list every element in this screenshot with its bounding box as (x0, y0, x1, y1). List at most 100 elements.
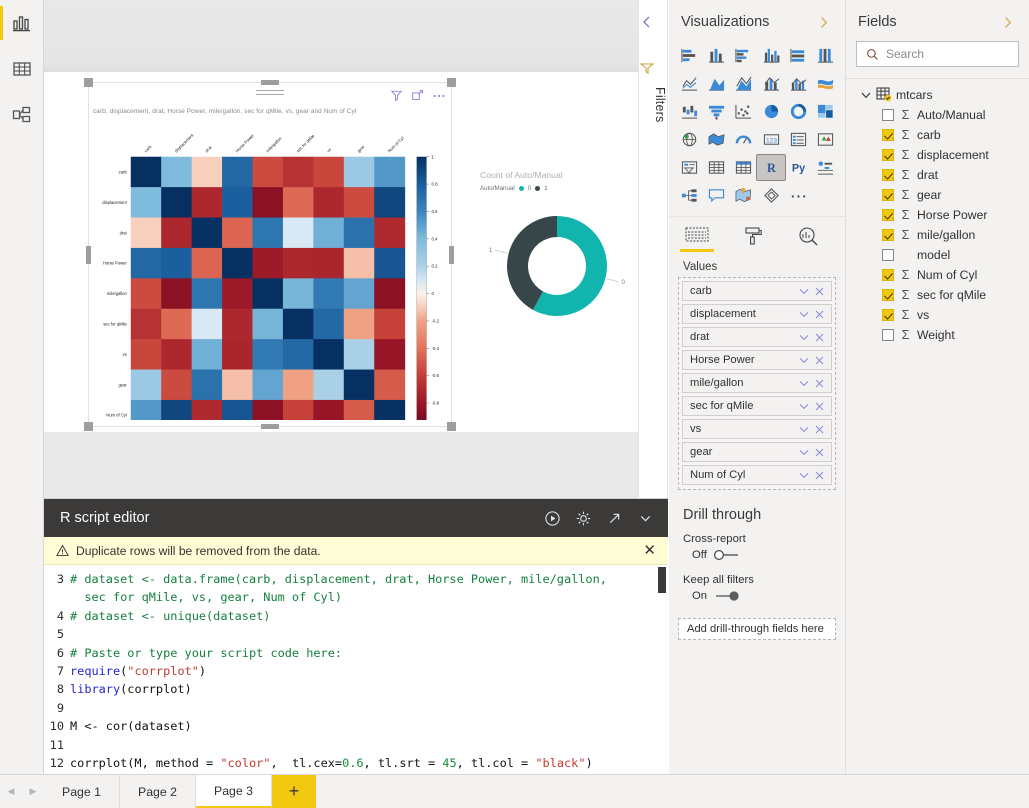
values-well-row[interactable]: drat (682, 327, 832, 347)
viz-type-key-influencers[interactable] (812, 155, 839, 180)
field-item[interactable]: Σmodel (846, 245, 1029, 265)
viz-type-gauge[interactable] (730, 127, 757, 152)
field-item[interactable]: Σdrat (846, 165, 1029, 185)
values-well-row[interactable]: displacement (682, 304, 832, 324)
chevron-down-icon[interactable] (796, 446, 812, 458)
viz-type-pie-chart[interactable] (757, 99, 784, 124)
remove-field-icon[interactable] (812, 355, 827, 366)
values-well-row[interactable]: vs (682, 419, 832, 439)
filter-icon[interactable] (390, 89, 403, 102)
donut-chart-visual[interactable]: Count of Auto/Manual Auto/Manual 0 1 01 (469, 170, 659, 355)
focus-mode-icon[interactable] (411, 89, 424, 102)
resize-handle-top-left[interactable] (84, 78, 93, 87)
field-item[interactable]: Σmile/gallon (846, 225, 1029, 245)
remove-field-icon[interactable] (812, 470, 827, 481)
chevron-down-icon[interactable] (796, 469, 812, 481)
field-checkbox[interactable] (882, 309, 894, 321)
field-item[interactable]: Σsec for qMile (846, 285, 1029, 305)
visualization-type-grid[interactable]: 123 R Py (669, 41, 845, 212)
values-well-row[interactable]: carb (682, 281, 832, 301)
field-checkbox[interactable] (882, 129, 894, 141)
drill-through-drop-zone[interactable]: Add drill-through fields here (678, 618, 836, 640)
viz-type-matrix[interactable] (730, 155, 757, 180)
viz-type-decomposition-tree[interactable] (676, 183, 703, 208)
tab-format[interactable] (725, 226, 781, 256)
drag-grip-icon[interactable] (256, 90, 284, 98)
viz-type-treemap[interactable] (812, 99, 839, 124)
viz-type-clustered-bar-chart[interactable] (730, 43, 757, 68)
field-checkbox[interactable] (882, 189, 894, 201)
keep-all-filters-toggle[interactable]: On (669, 589, 845, 615)
add-page-button[interactable]: + (272, 775, 316, 808)
viz-type-100-stacked-column-chart[interactable] (812, 43, 839, 68)
viz-type-multi-row-card[interactable] (785, 127, 812, 152)
tab-fields[interactable] (669, 226, 725, 256)
run-script-icon[interactable] (544, 510, 561, 527)
field-item[interactable]: Σ Auto/Manual (846, 105, 1029, 125)
close-icon[interactable]: ✕ (643, 543, 656, 558)
viz-type-line-stacked-column-chart[interactable] (757, 71, 784, 96)
values-well-row[interactable]: sec for qMile (682, 396, 832, 416)
field-checkbox[interactable] (882, 149, 894, 161)
page-tab[interactable]: Page 3 (196, 775, 272, 808)
field-checkbox[interactable] (882, 209, 894, 221)
prev-page-icon[interactable]: ◀ (0, 775, 22, 808)
values-well-row[interactable]: Horse Power (682, 350, 832, 370)
field-checkbox[interactable] (882, 229, 894, 241)
viz-type-table[interactable] (703, 155, 730, 180)
remove-field-icon[interactable] (812, 309, 827, 320)
viz-type-donut-chart[interactable] (785, 99, 812, 124)
sidebar-item-data-view[interactable] (0, 46, 43, 92)
resize-handle-top[interactable] (261, 80, 279, 85)
remove-field-icon[interactable] (812, 401, 827, 412)
resize-handle-left[interactable] (86, 245, 91, 264)
chevron-down-icon[interactable] (796, 400, 812, 412)
field-item[interactable]: Σdisplacement (846, 145, 1029, 165)
field-checkbox[interactable] (882, 169, 894, 181)
viz-type-stacked-bar-chart[interactable] (676, 43, 703, 68)
resize-handle-bottom-left[interactable] (84, 422, 93, 431)
chevron-right-icon[interactable] (1000, 15, 1015, 30)
resize-handle-right[interactable] (449, 245, 454, 264)
field-item[interactable]: Σgear (846, 185, 1029, 205)
chevron-left-icon[interactable] (639, 14, 655, 30)
code-scrollbar[interactable] (658, 567, 666, 593)
viz-type-100-stacked-bar-chart[interactable] (785, 43, 812, 68)
viz-type-ribbon-chart[interactable] (812, 71, 839, 96)
page-tab[interactable]: Page 2 (120, 775, 196, 808)
values-well-row[interactable]: Num of Cyl (682, 465, 832, 485)
fields-list[interactable]: Σ Auto/Manual Σcarb Σdisplacement Σdrat Σgear… (846, 105, 1029, 345)
chevron-down-icon[interactable] (860, 89, 872, 101)
field-checkbox[interactable] (882, 109, 894, 121)
values-field-well[interactable]: carb displacement drat Horse Power mile/gall… (678, 277, 836, 490)
settings-gear-icon[interactable] (575, 510, 592, 527)
sidebar-item-report-view[interactable] (0, 0, 43, 46)
viz-type-q-and-a[interactable] (703, 183, 730, 208)
viz-type-line-chart[interactable] (676, 71, 703, 96)
chevron-down-icon[interactable] (796, 377, 812, 389)
viz-type-kpi[interactable] (812, 127, 839, 152)
chevron-right-icon[interactable] (816, 15, 831, 30)
values-well-row[interactable]: mile/gallon (682, 373, 832, 393)
chevron-down-icon[interactable] (796, 331, 812, 343)
r-code-text-area[interactable]: 3 # dataset <- data.frame(carb, displacem… (44, 565, 668, 775)
viz-type-area-chart[interactable] (703, 71, 730, 96)
viz-type-python-visual[interactable]: Py (785, 155, 812, 180)
collapse-chevron-icon[interactable] (637, 510, 654, 527)
open-external-icon[interactable] (606, 510, 623, 527)
viz-type-power-apps[interactable] (757, 183, 784, 208)
field-item[interactable]: Σcarb (846, 125, 1029, 145)
search-field-container[interactable] (856, 41, 1019, 67)
viz-type-map[interactable] (676, 127, 703, 152)
viz-type-r-script-visual[interactable]: R (756, 154, 786, 181)
viz-type-filled-map[interactable] (703, 127, 730, 152)
field-item[interactable]: Σvs (846, 305, 1029, 325)
remove-field-icon[interactable] (812, 378, 827, 389)
page-tab[interactable]: Page 1 (44, 775, 120, 808)
tab-analytics[interactable] (781, 226, 837, 256)
field-checkbox[interactable] (882, 289, 894, 301)
chevron-down-icon[interactable] (796, 354, 812, 366)
viz-type-stacked-area-chart[interactable] (730, 71, 757, 96)
sidebar-item-model-view[interactable] (0, 92, 43, 138)
field-checkbox[interactable] (882, 249, 894, 261)
